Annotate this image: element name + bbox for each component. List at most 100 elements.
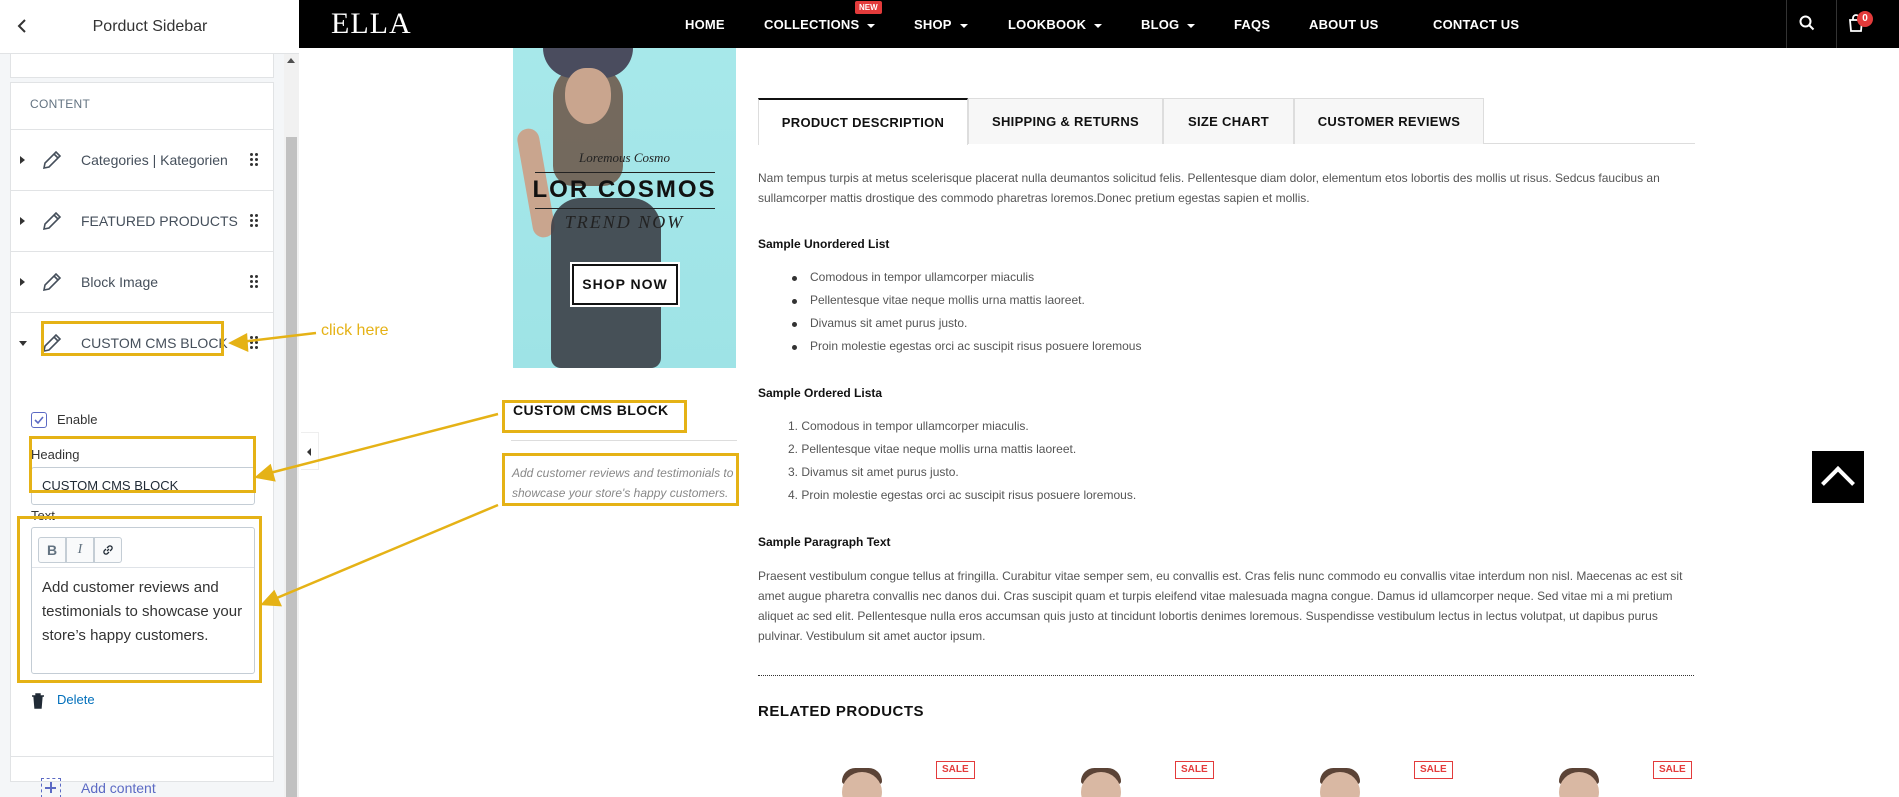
product-tabs: PRODUCT DESCRIPTION SHIPPING & RETURNS S…: [758, 98, 1695, 145]
nav-label: LOOKBOOK: [1008, 17, 1087, 32]
add-content-icon: [41, 778, 61, 797]
search-icon[interactable]: [1799, 15, 1815, 31]
promo-banner[interactable]: Loremous Cosmo LOR COSMOS TREND NOW SHOP…: [513, 48, 736, 368]
expand-caret-icon[interactable]: [20, 217, 25, 225]
nav-label: HOME: [685, 17, 725, 32]
tab-customer-reviews[interactable]: CUSTOMER REVIEWS: [1294, 98, 1484, 144]
sidebar-title: Porduct Sidebar: [92, 18, 208, 35]
list-item: 1. Comodous in tempor ullamcorper miacul…: [788, 419, 1029, 433]
chevron-left-icon: [307, 448, 311, 456]
add-content-button[interactable]: Add content: [11, 756, 273, 797]
tab-shipping-returns[interactable]: SHIPPING & RETURNS: [968, 98, 1163, 144]
nav-home[interactable]: HOME: [685, 0, 725, 48]
nav-label: SHOP: [914, 17, 952, 32]
click-here-annotation: click here: [321, 322, 389, 339]
expand-caret-icon[interactable]: [20, 278, 25, 286]
enable-checkbox[interactable]: [31, 412, 47, 428]
nav-label: BLOG: [1141, 17, 1180, 32]
dropdown-caret-icon: [867, 23, 876, 28]
nav-label: ABOUT US: [1309, 17, 1379, 32]
storefront-preview: ELLA HOME COLLECTIONS NEW SHOP LOOKBOOK …: [299, 0, 1899, 797]
sidebar-scroll-area: CONTENT Categories | Kategorien FEATURED…: [0, 54, 284, 797]
section-divider: [758, 675, 1694, 676]
nav-label: FAQS: [1234, 17, 1271, 32]
sale-badge: SALE: [1414, 761, 1453, 779]
nav-blog[interactable]: BLOG: [1141, 0, 1196, 48]
store-logo[interactable]: ELLA: [331, 8, 412, 40]
collapse-caret-icon[interactable]: [19, 341, 27, 346]
store-top-nav: ELLA HOME COLLECTIONS NEW SHOP LOOKBOOK …: [299, 0, 1899, 48]
expand-caret-icon[interactable]: [20, 156, 25, 164]
highlight-custom-cms-row: [41, 321, 224, 356]
nav-label: COLLECTIONS: [764, 17, 860, 32]
previous-section-card: [10, 54, 274, 78]
product-description-text: Nam tempus turpis at metus scelerisque p…: [758, 171, 1660, 205]
highlight-cms-heading: [502, 400, 687, 433]
nav-contact-us[interactable]: CONTACT US: [1433, 0, 1519, 48]
pencil-icon: [42, 211, 62, 231]
highlight-heading-input: [29, 436, 256, 493]
list-item: Comodous in tempor ullamcorper miaculis: [791, 270, 1035, 284]
banner-tagline: Loremous Cosmo: [579, 150, 670, 165]
model-face: [565, 68, 611, 124]
list-item: Proin molestie egestas orci ac suscipit …: [791, 339, 1142, 353]
tab-size-chart[interactable]: SIZE CHART: [1163, 98, 1294, 144]
cms-block-divider: [511, 440, 737, 441]
sidebar-collapse-toggle[interactable]: [301, 432, 319, 470]
back-arrow-icon[interactable]: [12, 16, 32, 38]
content-block-label: Block Image: [81, 274, 159, 290]
drag-handle-icon[interactable]: [249, 153, 259, 167]
content-block-block-image[interactable]: Block Image: [11, 251, 273, 312]
drag-handle-icon[interactable]: [249, 214, 259, 228]
new-badge: NEW: [855, 1, 882, 14]
banner-headline: LOR COSMOS: [532, 176, 717, 203]
list-item: Pellentesque vitae neque mollis urna mat…: [792, 293, 1085, 307]
back-to-top-button[interactable]: [1812, 451, 1864, 503]
list-item: 3. Divamus sit amet purus justo.: [788, 465, 959, 479]
banner-subline: TREND NOW: [564, 212, 685, 232]
tab-product-description[interactable]: PRODUCT DESCRIPTION: [758, 98, 968, 145]
paragraph-text: Praesent vestibulum congue tellus at fri…: [758, 569, 1683, 643]
highlight-cms-text: [502, 453, 739, 506]
banner-rule: [535, 208, 715, 209]
related-products-title: RELATED PRODUCTS: [758, 703, 925, 720]
nav-label: CONTACT US: [1433, 17, 1520, 32]
drag-handle-icon[interactable]: [249, 275, 259, 289]
content-block-categories[interactable]: Categories | Kategorien: [11, 129, 273, 190]
dropdown-caret-icon: [1187, 23, 1196, 28]
banner-rule: [535, 172, 715, 173]
sale-badge: SALE: [1653, 761, 1692, 779]
add-content-label: Add content: [81, 780, 156, 796]
scroll-up-arrow-icon[interactable]: [287, 58, 295, 63]
nav-faqs[interactable]: FAQS: [1234, 0, 1270, 48]
nav-lookbook[interactable]: LOOKBOOK: [1008, 0, 1103, 48]
unordered-list-title: Sample Unordered List: [758, 237, 890, 251]
trash-icon: [32, 693, 44, 709]
checkmark-icon: [34, 416, 44, 425]
drag-handle-icon[interactable]: [249, 336, 259, 350]
scrollbar-thumb[interactable]: [286, 137, 297, 797]
content-block-label: Categories | Kategorien: [81, 152, 228, 168]
nav-divider: [1836, 0, 1837, 48]
dropdown-caret-icon: [959, 23, 968, 28]
nav-shop[interactable]: SHOP: [914, 0, 968, 48]
ordered-list-title: Sample Ordered Lista: [758, 386, 883, 400]
content-block-featured-products[interactable]: FEATURED PRODUCTS: [11, 190, 273, 251]
sidebar-scrollbar[interactable]: [284, 54, 299, 797]
sale-badge: SALE: [936, 761, 975, 779]
list-item: 4. Proin molestie egestas orci ac suscip…: [788, 488, 1137, 502]
dropdown-caret-icon: [1094, 23, 1103, 28]
sale-badge: SALE: [1175, 761, 1214, 779]
cart-count-badge: 0: [1857, 11, 1873, 27]
enable-label: Enable: [57, 412, 98, 427]
delete-label: Delete: [57, 692, 95, 707]
pencil-icon: [42, 272, 62, 292]
nav-divider: [1786, 0, 1787, 48]
list-item: 2. Pellentesque vitae neque mollis urna …: [788, 442, 1077, 456]
shop-now-button[interactable]: SHOP NOW: [570, 262, 680, 307]
delete-button[interactable]: Delete: [31, 691, 151, 711]
nav-about-us[interactable]: ABOUT US: [1309, 0, 1379, 48]
sidebar-header: Porduct Sidebar: [0, 0, 299, 54]
chevron-up-icon: [1821, 466, 1855, 500]
pencil-icon: [42, 150, 62, 170]
